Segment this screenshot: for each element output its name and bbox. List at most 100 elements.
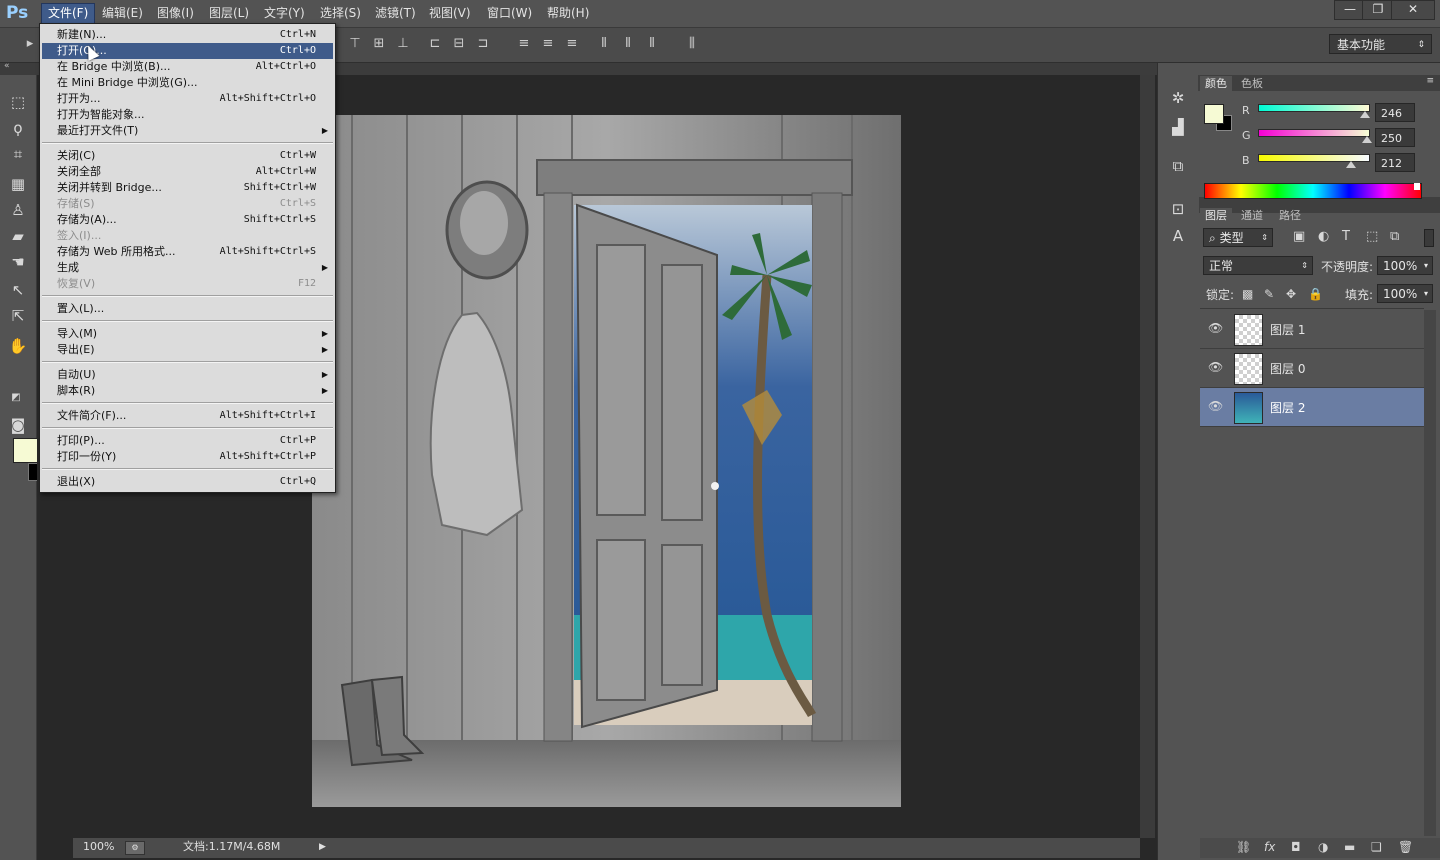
distribute-vcenter-icon[interactable]: ≡ (540, 36, 556, 52)
distribute-bottom-icon[interactable]: ≡ (564, 36, 580, 52)
marquee-tool-icon[interactable]: ⬚ (8, 92, 28, 112)
close-button[interactable]: ✕ (1391, 0, 1435, 20)
tab-swatches[interactable]: 色板 (1236, 76, 1268, 91)
quick-mask-icon[interactable]: ◙ (8, 415, 28, 435)
menu-filter[interactable]: 滤镜(T) (369, 4, 422, 23)
properties-icon[interactable]: ⊡ (1168, 199, 1188, 219)
default-colors-icon[interactable]: ◩ (6, 388, 26, 408)
menu-layer[interactable]: 图层(L) (203, 4, 255, 23)
menu-item-import[interactable]: 导入(M) ▶ (42, 326, 333, 342)
menu-item-revert[interactable]: 恢复(V) F12 (42, 276, 333, 292)
menu-item-place[interactable]: 置入(L)... (42, 301, 333, 317)
panel-menu-icon[interactable]: ≡ (1426, 76, 1434, 86)
menu-image[interactable]: 图像(I) (151, 4, 200, 23)
character-icon[interactable]: A (1168, 226, 1188, 246)
status-menu-arrow-icon[interactable]: ▶ (319, 838, 326, 856)
align-hcenter-icon[interactable]: ⊟ (451, 36, 467, 52)
tab-paths[interactable]: 路径 (1274, 208, 1306, 223)
hand-tool-icon[interactable]: ✋ (8, 336, 28, 356)
stamp-tool-icon[interactable]: ♙ (8, 200, 28, 220)
menu-item-scripts[interactable]: 脚本(R) ▶ (42, 383, 333, 399)
histogram-icon[interactable]: ▟ (1168, 117, 1188, 137)
adjustment-layer-icon[interactable]: ◑ (1318, 840, 1328, 854)
menu-file[interactable]: 文件(F) (41, 3, 96, 24)
b-slider-thumb[interactable] (1346, 161, 1356, 168)
layer-row[interactable]: 👁 图层 0 (1200, 349, 1424, 388)
menu-item-check-in[interactable]: 签入(I)... (42, 228, 333, 244)
menu-item-close[interactable]: 关闭(C) Ctrl+W (42, 148, 333, 164)
layers-scrollbar[interactable] (1424, 310, 1436, 836)
export-icon[interactable]: ⚙ (125, 841, 145, 855)
g-slider-thumb[interactable] (1362, 136, 1372, 143)
menu-item-close-go-bridge[interactable]: 关闭并转到 Bridge... Shift+Ctrl+W (42, 180, 333, 196)
menu-item-automate[interactable]: 自动(U) ▶ (42, 367, 333, 383)
lasso-tool-icon[interactable]: ϙ (8, 118, 28, 138)
menu-type[interactable]: 文字(Y) (258, 4, 311, 23)
auto-align-icon[interactable]: ⫼ (684, 36, 700, 52)
menu-item-save-for-web[interactable]: 存储为 Web 所用格式... Alt+Shift+Ctrl+S (42, 244, 333, 260)
add-mask-icon[interactable]: ◘ (1291, 840, 1301, 854)
healing-tool-icon[interactable]: ▦ (8, 174, 28, 194)
r-slider[interactable] (1258, 104, 1370, 112)
filter-toggle[interactable] (1424, 229, 1434, 247)
menu-item-save-as[interactable]: 存储为(A)... Shift+Ctrl+S (42, 212, 333, 228)
filter-pixel-icon[interactable]: ▣ (1293, 229, 1305, 244)
new-layer-icon[interactable]: ❏ (1371, 840, 1382, 854)
distribute-top-icon[interactable]: ≡ (516, 36, 532, 52)
menu-item-print-one-copy[interactable]: 打印一份(Y) Alt+Shift+Ctrl+P (42, 449, 333, 465)
menu-item-close-all[interactable]: 关闭全部 Alt+Ctrl+W (42, 164, 333, 180)
move-tool-icon[interactable]: ▸ (22, 36, 38, 52)
history-icon[interactable]: ⧉ (1168, 156, 1188, 176)
align-vcenter-icon[interactable]: ⊞ (371, 36, 387, 52)
document-image[interactable] (312, 115, 901, 807)
tab-channels[interactable]: 通道 (1236, 208, 1268, 223)
tab-layers[interactable]: 图层 (1200, 208, 1232, 223)
visibility-eye-icon[interactable]: 👁 (1208, 399, 1223, 413)
collapse-left-icon[interactable]: « (4, 61, 10, 71)
fill-field[interactable]: 100% ▾ (1377, 284, 1433, 303)
smudge-tool-icon[interactable]: ☚ (8, 252, 28, 272)
menu-item-open-as[interactable]: 打开为... Alt+Shift+Ctrl+O (42, 91, 333, 107)
distribute-right-icon[interactable]: ⦀ (644, 36, 660, 52)
layer-filter-select[interactable]: ⌕ 类型 ⇕ (1203, 228, 1273, 247)
filter-adjust-icon[interactable]: ◐ (1318, 229, 1329, 244)
menu-item-browse-mini-bridge[interactable]: 在 Mini Bridge 中浏览(G)... (42, 75, 333, 91)
filter-type-icon[interactable]: T (1342, 229, 1350, 244)
menu-item-recent-files[interactable]: 最近打开文件(T) ▶ (42, 123, 333, 139)
menu-item-export[interactable]: 导出(E) ▶ (42, 342, 333, 358)
align-top-icon[interactable]: ⊤ (347, 36, 363, 52)
visibility-eye-icon[interactable]: 👁 (1208, 360, 1223, 374)
direct-select-tool-icon[interactable]: ⇱ (8, 306, 28, 326)
layer-row-selected[interactable]: 👁 图层 2 (1200, 388, 1424, 427)
menu-help[interactable]: 帮助(H) (541, 4, 595, 23)
g-slider[interactable] (1258, 129, 1370, 137)
color-spectrum-ramp[interactable] (1204, 183, 1422, 199)
lock-transparent-icon[interactable]: ▩ (1242, 287, 1253, 301)
lock-pixels-icon[interactable]: ✎ (1264, 287, 1274, 301)
menu-view[interactable]: 视图(V) (423, 4, 477, 23)
link-layers-icon[interactable]: ⛓ (1236, 840, 1251, 854)
vertical-scrollbar[interactable] (1140, 75, 1155, 838)
menu-window[interactable]: 窗口(W) (481, 4, 538, 23)
menu-item-new[interactable]: 新建(N)... Ctrl+N (42, 27, 333, 43)
b-value[interactable]: 212 (1375, 153, 1415, 172)
menu-item-save[interactable]: 存储(S) Ctrl+S (42, 196, 333, 212)
navigator-icon[interactable]: ✲ (1168, 88, 1188, 108)
menu-item-file-info[interactable]: 文件简介(F)... Alt+Shift+Ctrl+I (42, 408, 333, 424)
path-select-tool-icon[interactable]: ↖ (8, 280, 28, 300)
opacity-field[interactable]: 100% ▾ (1377, 256, 1433, 275)
visibility-eye-icon[interactable]: 👁 (1208, 321, 1223, 335)
filter-shape-icon[interactable]: ⬚ (1366, 229, 1378, 244)
zoom-level[interactable]: 100% (83, 838, 114, 856)
menu-select[interactable]: 选择(S) (314, 4, 367, 23)
menu-item-generate[interactable]: 生成 ▶ (42, 260, 333, 276)
g-value[interactable]: 250 (1375, 128, 1415, 147)
fx-icon[interactable]: fx (1264, 840, 1275, 854)
foreground-color-swatch[interactable] (13, 438, 38, 463)
align-bottom-icon[interactable]: ⊥ (395, 36, 411, 52)
workspace-select[interactable]: 基本功能 ⇕ (1329, 34, 1432, 54)
tab-color[interactable]: 颜色 (1200, 76, 1232, 91)
filter-smart-icon[interactable]: ⧉ (1390, 229, 1399, 244)
menu-edit[interactable]: 编辑(E) (96, 4, 149, 23)
distribute-left-icon[interactable]: ⦀ (596, 36, 612, 52)
